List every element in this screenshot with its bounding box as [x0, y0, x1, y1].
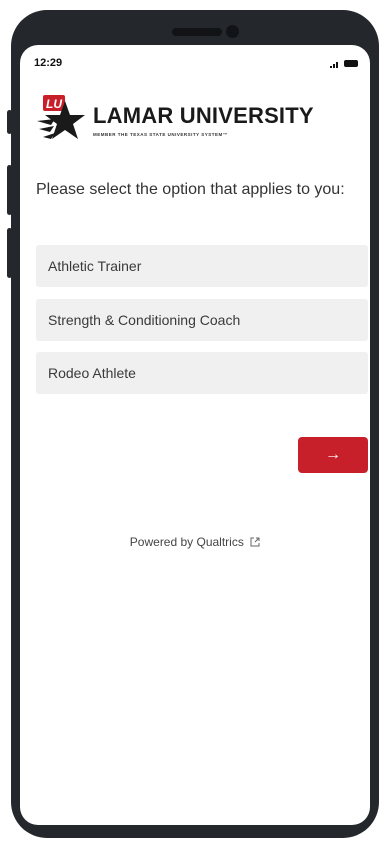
university-name: LAMAR UNIVERSITY	[93, 103, 314, 128]
next-button[interactable]: →	[298, 437, 368, 473]
university-system-tagline: MEMBER THE TEXAS STATE UNIVERSITY SYSTEM…	[93, 132, 228, 137]
phone-camera	[226, 25, 239, 38]
university-star-logo-icon: LU	[37, 95, 85, 139]
external-link-icon	[250, 537, 260, 547]
signal-icon	[330, 62, 338, 68]
logo-mark-text: LU	[46, 97, 62, 111]
option-rodeo-athlete[interactable]: Rodeo Athlete	[36, 352, 368, 394]
option-athletic-trainer[interactable]: Athletic Trainer	[36, 245, 368, 287]
battery-icon	[344, 60, 358, 67]
university-logo: LU LAMAR UNIVERSITY MEMBER THE TEXAS STA…	[35, 95, 335, 145]
phone-screen: 12:29 LU LAMAR UNIVERSITY MEMBER THE TEX…	[20, 45, 370, 825]
question-text: Please select the option that applies to…	[36, 181, 345, 198]
powered-by-footer[interactable]: Powered by Qualtrics	[20, 535, 370, 549]
powered-by-text: Powered by Qualtrics	[129, 535, 244, 549]
status-time: 12:29	[34, 57, 63, 69]
phone-speaker	[172, 28, 222, 36]
option-strength-conditioning-coach[interactable]: Strength & Conditioning Coach	[36, 299, 368, 341]
arrow-right-icon: →	[325, 446, 341, 463]
